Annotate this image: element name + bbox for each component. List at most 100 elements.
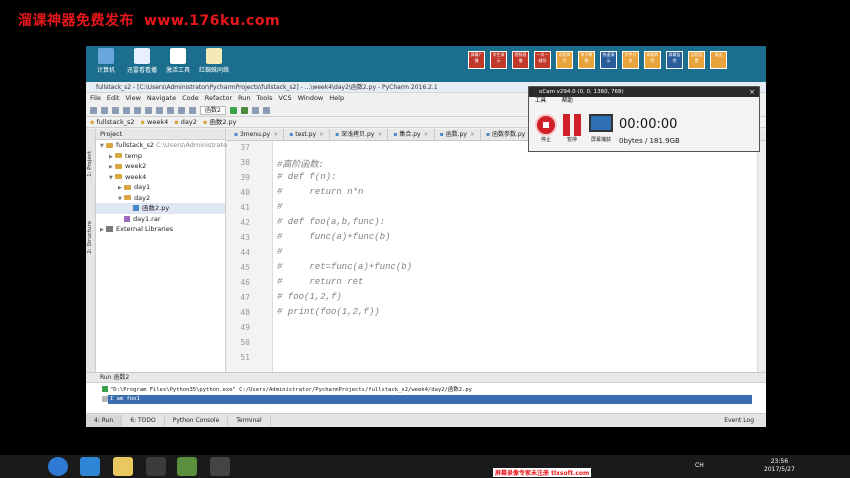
desktop-icon[interactable]: 红蜘蛛同络 — [194, 48, 234, 74]
tree-item[interactable]: ▼ week4 — [96, 172, 225, 183]
cut-icon[interactable] — [145, 106, 152, 114]
debug-icon[interactable] — [240, 106, 248, 114]
folder-icon — [115, 174, 122, 179]
desktop-icon[interactable]: 计算机 — [86, 48, 126, 74]
desktop-icon[interactable]: 迅雷看看播 — [122, 48, 162, 74]
teacher-tool-button[interactable]: 屏幕广播 — [468, 51, 485, 69]
tree-item[interactable]: ▶ day1 — [96, 182, 225, 193]
breadcrumb-item[interactable]: week4 — [141, 117, 168, 127]
menu-tools[interactable]: 工具 — [535, 98, 546, 104]
editor-tab[interactable]: 集合.py× — [388, 129, 435, 141]
tree-item[interactable]: ▶ temp — [96, 151, 225, 162]
menu-item[interactable]: View — [125, 94, 140, 102]
tree-item[interactable]: ▶ week2 — [96, 161, 225, 172]
tree-item[interactable]: 函数2.py — [96, 203, 225, 214]
menu-item[interactable]: Window — [298, 94, 324, 102]
line-number: 51 — [240, 353, 250, 362]
teacher-tool-button[interactable]: 文件分发 — [622, 51, 639, 69]
menu-item[interactable]: Edit — [107, 94, 120, 102]
close-icon[interactable]: × — [319, 131, 324, 138]
menu-item[interactable]: Navigate — [147, 94, 176, 102]
screen-capture-button[interactable]: 屏幕捕获 — [589, 114, 613, 143]
file-icon — [124, 215, 130, 222]
help-icon[interactable] — [262, 106, 270, 114]
menu-item[interactable]: Help — [329, 94, 344, 102]
stop-button[interactable]: 停止 — [535, 114, 557, 143]
menu-item[interactable]: Tools — [256, 94, 272, 102]
tab-python-console[interactable]: Python Console — [165, 414, 229, 427]
find-icon[interactable] — [178, 106, 185, 114]
save-icon[interactable] — [101, 106, 108, 114]
line-number: 44 — [240, 248, 250, 257]
recording-size: 0bytes / 181.9GB — [619, 137, 680, 145]
tab-terminal[interactable]: Terminal — [228, 414, 271, 427]
run-icon[interactable] — [229, 106, 237, 114]
close-icon[interactable]: × — [424, 131, 429, 138]
event-log-button[interactable]: Event Log — [724, 417, 766, 424]
breadcrumb-item[interactable]: 函数2.py — [203, 117, 236, 127]
close-icon[interactable]: × — [749, 87, 755, 97]
teacher-tool-button[interactable]: 电子教鞭 — [578, 51, 595, 69]
desktop-icon[interactable]: 激活工具 — [158, 48, 198, 74]
tab-run[interactable]: 4: Run — [86, 414, 123, 427]
explorer-icon[interactable] — [113, 457, 133, 476]
sync-icon[interactable] — [112, 106, 119, 114]
editor-tab[interactable]: 3menu.py× — [229, 129, 285, 141]
tab-structure[interactable]: 2: Structure — [87, 221, 93, 254]
ie-icon[interactable] — [80, 457, 100, 476]
back-icon[interactable] — [123, 106, 130, 114]
run-config-select[interactable]: 函数2 — [200, 105, 226, 115]
tree-item[interactable]: ▼ fullstack_s2 C:\Users\Administrator\... — [96, 140, 238, 151]
teacher-tool-button[interactable]: 屏幕监控 — [666, 51, 683, 69]
tab-todo[interactable]: 6: TODO — [122, 414, 165, 427]
close-icon[interactable]: × — [273, 131, 278, 138]
teacher-tool-button[interactable]: 一对一辅导 — [534, 51, 551, 69]
teacher-tool-button[interactable]: 视频直播 — [512, 51, 529, 69]
pycharm-icon[interactable] — [177, 457, 197, 476]
teacher-tool-button[interactable]: 学生演示 — [490, 51, 507, 69]
menu-help[interactable]: 帮助 — [562, 98, 573, 104]
teacher-tool-button[interactable]: 退出 — [710, 51, 727, 69]
start-icon[interactable] — [48, 457, 68, 476]
close-icon[interactable]: × — [377, 131, 382, 138]
paste-icon[interactable] — [167, 106, 174, 114]
project-panel-header[interactable]: Project — [96, 129, 225, 140]
media-icon[interactable] — [146, 457, 166, 476]
tree-item[interactable]: ▼ day2 — [96, 193, 225, 204]
tree-item-label: week4 — [125, 172, 147, 181]
teacher-tool-button[interactable]: 网络影院 — [644, 51, 661, 69]
tab-project[interactable]: 1: Project — [87, 151, 93, 177]
teacher-tool-button[interactable]: 远程命令 — [556, 51, 573, 69]
ocam-window: oCam v294.0 (0, 0, 1360, 768) × 工具 帮助 停止… — [528, 86, 760, 152]
editor-tab[interactable]: 函数.py× — [435, 129, 481, 141]
teacher-tool-button[interactable]: 快速演示 — [600, 51, 617, 69]
monitor-icon — [589, 114, 613, 132]
forward-icon[interactable] — [134, 106, 141, 114]
editor-tab[interactable]: 深浅拷贝.py× — [330, 129, 389, 141]
editor-tab[interactable]: test.py× — [284, 129, 331, 141]
teacher-tool-button[interactable]: 远程设置 — [688, 51, 705, 69]
tree-item-label: week2 — [125, 162, 147, 170]
code-area[interactable]: #高阶函数: # def f(n): # return n*n # # def foo(… — [273, 141, 766, 372]
breadcrumb-item[interactable]: fullstack_s2 — [90, 117, 134, 127]
copy-icon[interactable] — [156, 106, 163, 114]
menu-item[interactable]: VCS — [278, 94, 291, 102]
rerun-icon[interactable] — [102, 386, 108, 392]
replace-icon[interactable] — [189, 106, 196, 114]
menu-item[interactable]: Run — [238, 94, 250, 102]
line-number: 45 — [240, 263, 250, 272]
tray-language[interactable]: CH — [695, 462, 704, 469]
menu-item[interactable]: File — [90, 94, 101, 102]
tree-item[interactable]: ▶ External Libraries — [96, 224, 225, 235]
settings-icon[interactable] — [251, 106, 259, 114]
pause-button[interactable]: 暂停 — [563, 114, 581, 143]
menu-item[interactable]: Code — [182, 94, 199, 102]
open-icon[interactable] — [90, 106, 97, 114]
ocam-icon[interactable] — [210, 457, 230, 476]
breadcrumb-item[interactable]: day2 — [174, 117, 197, 127]
clock[interactable]: 23:56 2017/5/27 — [764, 458, 795, 474]
menu-item[interactable]: Refactor — [205, 94, 232, 102]
tree-item-label: 函数2.py — [142, 204, 170, 212]
tree-item[interactable]: day1.rar — [96, 214, 225, 225]
close-icon[interactable]: × — [470, 131, 475, 138]
